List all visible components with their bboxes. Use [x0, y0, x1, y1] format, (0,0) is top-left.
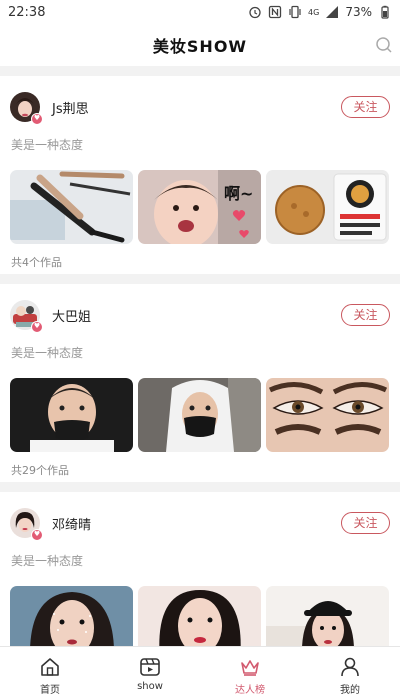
work-thumbnail[interactable]: [266, 170, 389, 244]
creator-header[interactable]: ♥ 大巴姐: [10, 298, 91, 333]
avatar[interactable]: ♥: [10, 300, 43, 333]
work-thumbnail[interactable]: [10, 378, 133, 452]
battery-percent: 73%: [345, 5, 372, 19]
creator-header[interactable]: ♥ Js荆思: [10, 90, 89, 125]
tab-ranking[interactable]: 达人榜: [200, 647, 300, 700]
sticker-text: 啊~: [224, 184, 254, 203]
works-count: 共29个作品: [11, 464, 69, 477]
crown-icon: [241, 660, 259, 676]
work-thumbnail[interactable]: [266, 378, 389, 452]
work-thumbnail[interactable]: [266, 586, 389, 646]
creator-name[interactable]: 大巴姐: [52, 306, 91, 325]
home-icon: [41, 658, 59, 676]
feed-list[interactable]: ♥ Js荆思 关注 美是一种态度 啊~ 共4个作品 ♥ 大巴姐 关注 美是一种态…: [0, 66, 400, 646]
thumbnail-row: [10, 586, 390, 646]
tab-label: 我的: [340, 685, 360, 696]
page-title: 美妆SHOW: [152, 37, 248, 56]
avatar[interactable]: ♥: [10, 92, 43, 125]
vibrate-icon: [289, 5, 301, 19]
work-thumbnail[interactable]: [10, 586, 133, 646]
alarm-icon: [249, 6, 261, 19]
battery-icon: [381, 5, 389, 19]
heart-badge-icon: ♥: [31, 529, 43, 541]
woman-red-lips-image: [138, 586, 261, 646]
person-icon: [341, 657, 359, 677]
thumbnail-row: [10, 378, 390, 452]
work-thumbnail[interactable]: 啊~: [138, 170, 261, 244]
heart-badge-icon: ♥: [31, 321, 43, 333]
creator-motto: 美是一种态度: [11, 346, 84, 360]
makeup-brushes-image: [10, 170, 133, 244]
nfc-icon: [268, 5, 282, 19]
creator-motto: 美是一种态度: [11, 554, 84, 568]
avatar[interactable]: ♥: [10, 508, 43, 541]
video-icon: [140, 658, 160, 676]
work-thumbnail[interactable]: [10, 170, 133, 244]
status-icons: 4G 73%: [248, 5, 392, 19]
creator-card[interactable]: ♥ 大巴姐 关注 美是一种态度 共29个作品: [0, 284, 400, 482]
work-thumbnail[interactable]: [138, 378, 261, 452]
work-thumbnail[interactable]: [138, 586, 261, 646]
creator-name[interactable]: 邓绮晴: [52, 514, 91, 533]
tab-label: 达人榜: [235, 685, 265, 696]
follow-button[interactable]: 关注: [341, 304, 390, 326]
tab-show[interactable]: show: [100, 647, 200, 700]
app-header: 美妆SHOW: [0, 24, 400, 66]
search-icon[interactable]: [374, 35, 394, 55]
tab-profile[interactable]: 我的: [300, 647, 400, 700]
tab-label: 首页: [40, 685, 60, 696]
status-bar: 22:38 4G 73%: [0, 0, 400, 24]
follow-button[interactable]: 关注: [341, 96, 390, 118]
status-time: 22:38: [8, 4, 46, 20]
heart-badge-icon: ♥: [31, 113, 43, 125]
creator-header[interactable]: ♥ 邓绮晴: [10, 506, 91, 541]
creator-name[interactable]: Js荆思: [52, 98, 89, 117]
mooncake-snack-image: [266, 170, 389, 244]
creator-motto: 美是一种态度: [11, 138, 84, 152]
tab-label: show: [137, 681, 163, 692]
follow-button[interactable]: 关注: [341, 512, 390, 534]
man-face-mask-image: [10, 378, 133, 452]
woman-glitter-makeup-image: [10, 586, 133, 646]
creator-card[interactable]: ♥ Js荆思 关注 美是一种态度 啊~ 共4个作品: [0, 76, 400, 274]
tab-home[interactable]: 首页: [0, 647, 100, 700]
man-hoodie-mask-image: [138, 378, 261, 452]
works-count: 共4个作品: [11, 256, 62, 269]
woman-black-hat-image: [266, 586, 389, 646]
creator-card[interactable]: ♥ 邓绮晴 关注 美是一种态度: [0, 492, 400, 646]
eye-makeup-image: [266, 378, 389, 452]
bottom-tab-bar: 首页 show 达人榜 我的: [0, 646, 400, 700]
signal-icon: [326, 6, 339, 18]
network-label: 4G: [308, 7, 320, 17]
thumbnail-row: 啊~: [10, 170, 390, 244]
